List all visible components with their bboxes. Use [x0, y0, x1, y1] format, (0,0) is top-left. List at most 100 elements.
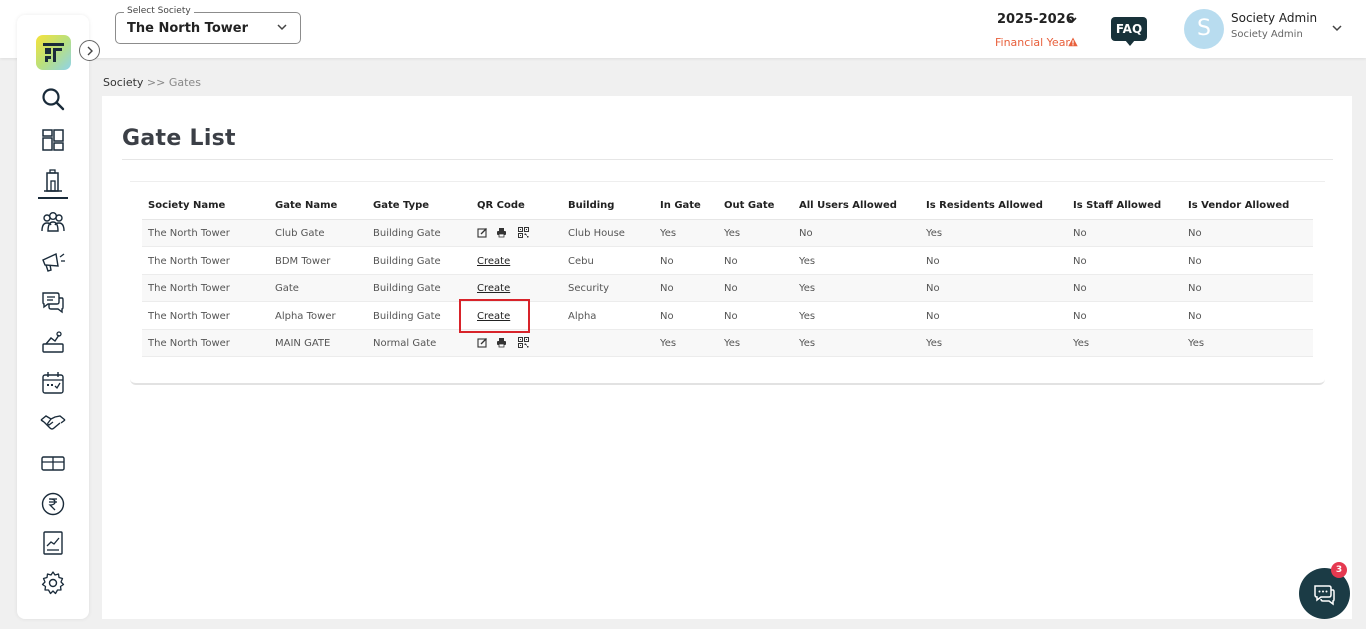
- table-row: The North Tower Club Gate Building Gate Clu…: [142, 220, 1313, 247]
- active-nav-indicator: [38, 197, 68, 199]
- breadcrumb-society-link[interactable]: Society: [103, 76, 143, 89]
- user-menu-chevron-icon[interactable]: [1331, 22, 1343, 34]
- cell-out-gate: Yes: [724, 338, 741, 349]
- avatar[interactable]: S: [1184, 9, 1224, 49]
- view-qr-icon[interactable]: [518, 227, 529, 238]
- column-header-vendor-allowed[interactable]: Is Vendor Allowed: [1188, 192, 1289, 219]
- column-header-gate-type[interactable]: Gate Type: [373, 192, 429, 219]
- cell-residents-allowed: Yes: [926, 228, 943, 239]
- cell-gate-name: Gate: [275, 283, 299, 294]
- society-select[interactable]: Select Society The North Tower: [115, 6, 301, 44]
- cell-all-users-allowed: No: [799, 228, 813, 239]
- breadcrumb-current: Gates: [168, 76, 201, 89]
- cell-gate-name: Club Gate: [275, 228, 325, 239]
- cell-out-gate: No: [724, 310, 738, 322]
- cell-gate-name: BDM Tower: [275, 255, 331, 267]
- cell-gate-name: MAIN GATE: [275, 338, 331, 349]
- cell-building: Security: [568, 283, 610, 294]
- amenities-icon[interactable]: [39, 449, 67, 477]
- cell-society-name: The North Tower: [148, 255, 230, 267]
- financial-year-value: 2025-2026: [997, 12, 1075, 27]
- column-header-qr-code[interactable]: QR Code: [477, 192, 525, 219]
- top-header: Select Society The North Tower 2025-2026…: [0, 0, 1366, 58]
- table-row: The North Tower Gate Building Gate Create Se…: [142, 275, 1313, 302]
- column-header-out-gate[interactable]: Out Gate: [724, 192, 774, 219]
- breadcrumb: Society >> Gates: [103, 76, 201, 89]
- print-qr-icon[interactable]: [496, 227, 507, 238]
- cell-out-gate: Yes: [724, 228, 741, 239]
- cell-building: Cebu: [568, 255, 594, 267]
- column-header-all-users-allowed[interactable]: All Users Allowed: [799, 192, 897, 219]
- cell-all-users-allowed: Yes: [799, 255, 816, 267]
- cell-vendor-allowed: No: [1188, 283, 1202, 294]
- sidebar: [17, 15, 89, 619]
- column-header-in-gate[interactable]: In Gate: [660, 192, 701, 219]
- app-logo[interactable]: [36, 35, 71, 70]
- chevron-down-icon: [1067, 17, 1077, 24]
- chat-bubbles-icon[interactable]: [39, 288, 67, 316]
- cell-residents-allowed: No: [926, 255, 940, 267]
- create-qr-link[interactable]: Create: [477, 248, 510, 275]
- column-header-staff-allowed[interactable]: Is Staff Allowed: [1073, 192, 1161, 219]
- reports-chart-icon[interactable]: [39, 529, 67, 557]
- complaint-icon[interactable]: [39, 329, 67, 357]
- table-row: The North Tower BDM Tower Building Gate Cre…: [142, 248, 1313, 275]
- cell-vendor-allowed: No: [1188, 310, 1202, 322]
- cell-vendor-allowed: No: [1188, 255, 1202, 267]
- column-header-society-name[interactable]: Society Name: [148, 192, 225, 219]
- cell-staff-allowed: No: [1073, 228, 1087, 239]
- cell-vendor-allowed: Yes: [1188, 338, 1205, 349]
- chat-icon: [1314, 585, 1335, 606]
- cell-all-users-allowed: Yes: [799, 283, 816, 294]
- rupee-icon[interactable]: [39, 490, 67, 518]
- announcement-icon[interactable]: [39, 248, 67, 276]
- table-row: The North Tower Alpha Tower Building Gate C…: [142, 303, 1313, 330]
- edit-qr-icon[interactable]: [477, 227, 488, 238]
- cell-in-gate: Yes: [660, 338, 677, 349]
- cell-in-gate: No: [660, 255, 674, 267]
- column-header-gate-name[interactable]: Gate Name: [275, 192, 337, 219]
- cell-out-gate: No: [724, 283, 738, 294]
- society-select-value: The North Tower: [127, 21, 248, 36]
- table-row: The North Tower MAIN GATE Normal Gate Yes Ye…: [142, 330, 1313, 357]
- table-header-row: Society Name Gate Name Gate Type QR Code Bui…: [142, 192, 1313, 220]
- column-header-building[interactable]: Building: [568, 192, 614, 219]
- title-divider: [122, 159, 1333, 160]
- calendar-icon[interactable]: [39, 369, 67, 397]
- user-name: Society Admin: [1231, 11, 1318, 25]
- cell-staff-allowed: No: [1073, 310, 1087, 322]
- cell-building: Alpha: [568, 310, 597, 322]
- edit-qr-icon[interactable]: [477, 337, 488, 348]
- cell-all-users-allowed: Yes: [799, 338, 816, 349]
- page-title: Gate List: [122, 126, 236, 151]
- cell-society-name: The North Tower: [148, 283, 230, 294]
- sidebar-toggle-button[interactable]: [79, 40, 100, 61]
- dashboard-grid-icon[interactable]: [39, 126, 67, 154]
- building-icon[interactable]: [39, 167, 67, 195]
- cell-out-gate: No: [724, 255, 738, 267]
- logo-mark-icon: [43, 43, 64, 62]
- create-qr-link[interactable]: Create: [477, 275, 510, 302]
- cell-residents-allowed: No: [926, 283, 940, 294]
- highlight-box: [459, 299, 530, 333]
- chat-notification-badge: 3: [1331, 562, 1347, 578]
- cell-building: Club House: [568, 228, 625, 239]
- cell-staff-allowed: No: [1073, 283, 1087, 294]
- cell-residents-allowed: Yes: [926, 338, 943, 349]
- cell-gate-type: Building Gate: [373, 283, 441, 294]
- cell-in-gate: No: [660, 283, 674, 294]
- search-icon[interactable]: [39, 85, 67, 113]
- column-header-residents-allowed[interactable]: Is Residents Allowed: [926, 192, 1043, 219]
- cell-gate-type: Building Gate: [373, 255, 441, 267]
- cell-residents-allowed: No: [926, 310, 940, 322]
- cell-staff-allowed: Yes: [1073, 338, 1090, 349]
- view-qr-icon[interactable]: [518, 337, 529, 348]
- cell-gate-type: Building Gate: [373, 228, 441, 239]
- main-panel: Gate List Society Name Gate Name Gate Type…: [102, 96, 1352, 619]
- settings-gear-icon[interactable]: [39, 569, 67, 597]
- faq-button[interactable]: FAQ: [1111, 17, 1147, 46]
- handshake-icon[interactable]: [39, 409, 67, 437]
- chevron-right-icon: [87, 46, 93, 56]
- members-icon[interactable]: [39, 208, 67, 236]
- print-qr-icon[interactable]: [496, 337, 507, 348]
